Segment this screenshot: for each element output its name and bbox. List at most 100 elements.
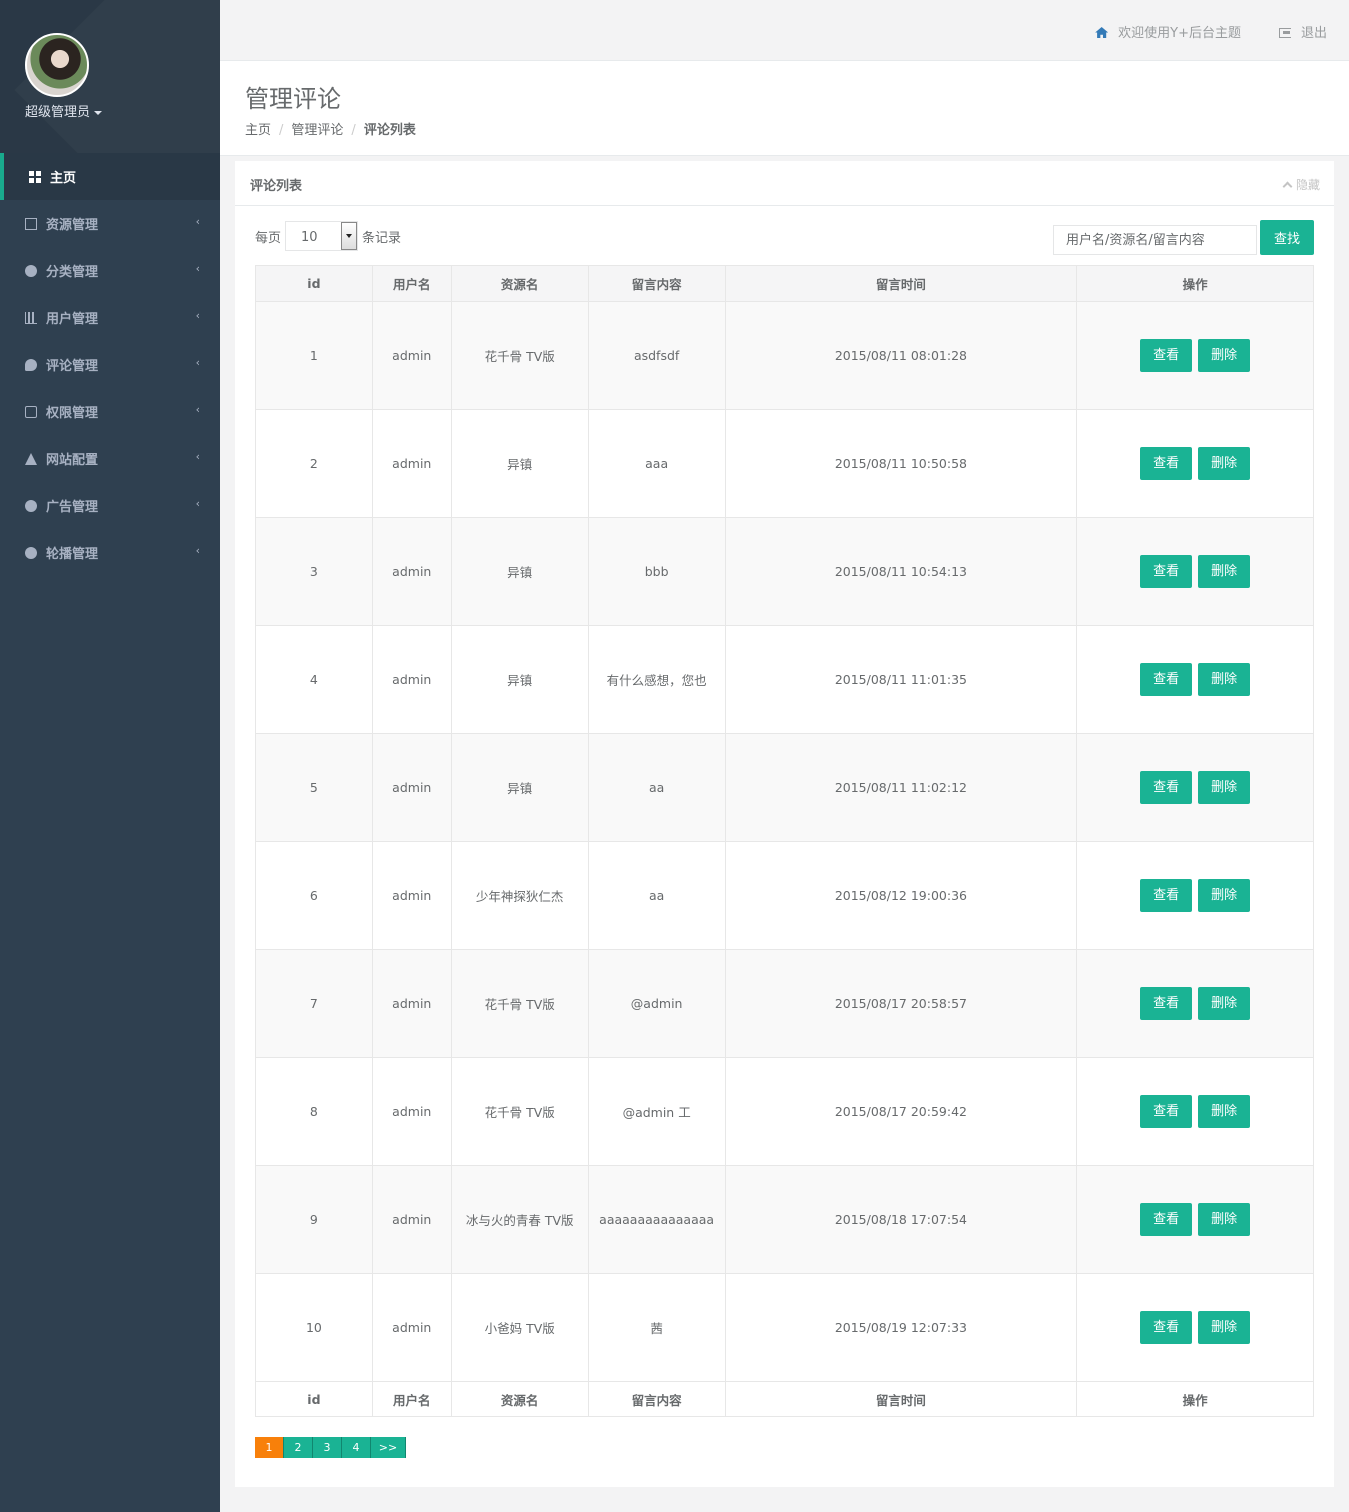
cell-time: 2015/08/17 20:59:42 xyxy=(724,1057,1078,1166)
delete-button[interactable]: 删除 xyxy=(1198,1203,1251,1236)
delete-button[interactable]: 删除 xyxy=(1198,447,1251,480)
per-page-label: 每页 xyxy=(255,231,282,246)
delete-button[interactable]: 删除 xyxy=(1198,339,1251,372)
columns-icon xyxy=(25,217,37,230)
cell-actions: 查看 删除 xyxy=(1076,301,1314,410)
page-button-3[interactable]: 3 xyxy=(313,1437,342,1458)
cell-resource: 异镇 xyxy=(450,409,589,518)
delete-button[interactable]: 删除 xyxy=(1198,663,1251,696)
cell-resource: 花千骨 TV版 xyxy=(450,949,589,1058)
page-heading: 管理评论 主页 / 管理评论 / 评论列表 xyxy=(220,61,1349,156)
grid-icon xyxy=(29,170,41,183)
table-row: 5 admin 异镇 aa 2015/08/11 11:02:12 查看 删除 xyxy=(255,733,1314,842)
page-button-4[interactable]: 4 xyxy=(342,1437,371,1458)
column-header-content[interactable]: 留言内容 xyxy=(587,265,726,302)
search-button[interactable]: 查找 xyxy=(1260,220,1314,255)
per-page-select[interactable]: 10 xyxy=(285,221,358,251)
collapse-link[interactable]: 隐藏 xyxy=(1282,176,1320,193)
cell-content: aaaaaaaaaaaaaaa xyxy=(587,1165,726,1274)
chevron-left-icon: ‹ xyxy=(195,215,200,228)
delete-button[interactable]: 删除 xyxy=(1198,555,1251,588)
view-button[interactable]: 查看 xyxy=(1140,1203,1193,1236)
sign-out-icon xyxy=(1278,28,1291,38)
logout-link[interactable]: 退出 xyxy=(1278,22,1327,41)
cell-id: 6 xyxy=(255,841,373,950)
sidebar-item-label: 权限管理 xyxy=(46,406,99,421)
page-button-2[interactable]: 2 xyxy=(284,1437,313,1458)
column-footer-resource: 资源名 xyxy=(450,1381,589,1417)
sidebar-item-label: 轮播管理 xyxy=(46,547,99,562)
sidebar-item-comments[interactable]: 评论管理 ‹ xyxy=(0,341,220,388)
role-dropdown[interactable]: 超级管理员 xyxy=(25,101,103,120)
view-button[interactable]: 查看 xyxy=(1140,339,1193,372)
delete-button[interactable]: 删除 xyxy=(1198,1095,1251,1128)
sidebar-item-label: 用户管理 xyxy=(46,312,99,327)
cell-time: 2015/08/11 08:01:28 xyxy=(724,301,1078,410)
column-header-time[interactable]: 留言时间 xyxy=(724,265,1078,302)
column-header-resource[interactable]: 资源名 xyxy=(450,265,589,302)
welcome-link[interactable]: 欢迎使用Y+后台主题 xyxy=(1095,22,1241,41)
sidebar-item-label: 分类管理 xyxy=(46,265,99,280)
view-button[interactable]: 查看 xyxy=(1140,1311,1193,1344)
cell-content: @admin xyxy=(587,949,726,1058)
table-footer-row: id 用户名 资源名 留言内容 留言时间 操作 xyxy=(255,1381,1314,1417)
dropdown-arrow-icon[interactable] xyxy=(341,222,357,250)
cell-actions: 查看 删除 xyxy=(1076,841,1314,950)
flask-icon xyxy=(25,452,37,465)
role-label: 超级管理员 xyxy=(25,105,91,120)
comments-table: id 用户名 资源名 留言内容 留言时间 操作 1 admin 花千骨 TV版 … xyxy=(255,265,1314,1417)
breadcrumb-home[interactable]: 主页 xyxy=(245,123,271,138)
chevron-left-icon: ‹ xyxy=(195,450,200,463)
cell-user: admin xyxy=(371,1165,452,1274)
delete-button[interactable]: 删除 xyxy=(1198,987,1251,1020)
sidebar-item-resources[interactable]: 资源管理 ‹ xyxy=(0,200,220,247)
globe-icon xyxy=(25,264,37,277)
caret-down-icon xyxy=(94,110,103,115)
page-button-1[interactable]: 1 xyxy=(255,1437,284,1458)
chevron-left-icon: ‹ xyxy=(195,309,200,322)
sidebar: 超级管理员 主页 资源管理 ‹ 分类管理 ‹ 用户管理 ‹ 评论管理 ‹ 权限管… xyxy=(0,0,220,1512)
cell-time: 2015/08/18 17:07:54 xyxy=(724,1165,1078,1274)
breadcrumb-comments[interactable]: 管理评论 xyxy=(291,123,343,138)
table-row: 7 admin 花千骨 TV版 @admin 2015/08/17 20:58:… xyxy=(255,949,1314,1058)
cell-id: 1 xyxy=(255,301,373,410)
view-button[interactable]: 查看 xyxy=(1140,447,1193,480)
sidebar-item-carousel[interactable]: 轮播管理 ‹ xyxy=(0,529,220,576)
cell-id: 7 xyxy=(255,949,373,1058)
view-button[interactable]: 查看 xyxy=(1140,987,1193,1020)
sidebar-item-permissions[interactable]: 权限管理 ‹ xyxy=(0,388,220,435)
sidebar-item-ads[interactable]: 广告管理 ‹ xyxy=(0,482,220,529)
sidebar-item-categories[interactable]: 分类管理 ‹ xyxy=(0,247,220,294)
cell-id: 9 xyxy=(255,1165,373,1274)
comments-icon xyxy=(25,358,37,371)
cell-resource: 异镇 xyxy=(450,625,589,734)
next-page-button[interactable]: >> xyxy=(371,1437,406,1458)
delete-button[interactable]: 删除 xyxy=(1198,771,1251,804)
sidebar-item-users[interactable]: 用户管理 ‹ xyxy=(0,294,220,341)
cell-user: admin xyxy=(371,301,452,410)
cell-id: 3 xyxy=(255,517,373,626)
panel-title: 评论列表 xyxy=(250,179,303,194)
column-header-id[interactable]: id xyxy=(255,265,373,302)
view-button[interactable]: 查看 xyxy=(1140,663,1193,696)
cell-id: 10 xyxy=(255,1273,373,1382)
view-button[interactable]: 查看 xyxy=(1140,1095,1193,1128)
cell-resource: 异镇 xyxy=(450,733,589,842)
view-button[interactable]: 查看 xyxy=(1140,879,1193,912)
cell-user: admin xyxy=(371,1057,452,1166)
avatar[interactable] xyxy=(25,33,89,97)
cell-content: 茜 xyxy=(587,1273,726,1382)
cell-time: 2015/08/11 10:54:13 xyxy=(724,517,1078,626)
chevron-left-icon: ‹ xyxy=(195,544,200,557)
sidebar-item-label: 资源管理 xyxy=(46,218,99,233)
view-button[interactable]: 查看 xyxy=(1140,555,1193,588)
delete-button[interactable]: 删除 xyxy=(1198,879,1251,912)
records-label: 条记录 xyxy=(362,231,402,246)
cell-content: aa xyxy=(587,841,726,950)
view-button[interactable]: 查看 xyxy=(1140,771,1193,804)
column-header-user[interactable]: 用户名 xyxy=(371,265,452,302)
sidebar-item-home[interactable]: 主页 xyxy=(0,153,220,200)
delete-button[interactable]: 删除 xyxy=(1198,1311,1251,1344)
sidebar-item-site-config[interactable]: 网站配置 ‹ xyxy=(0,435,220,482)
search-input[interactable] xyxy=(1053,225,1257,255)
